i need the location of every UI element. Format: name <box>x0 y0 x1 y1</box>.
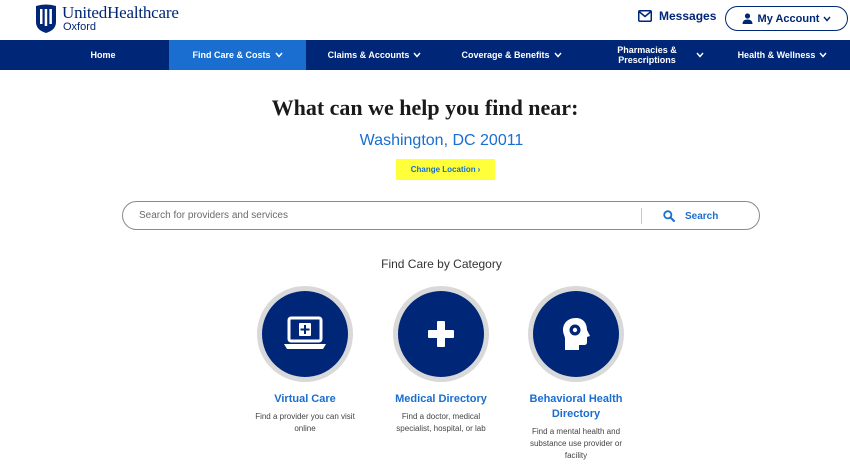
search-button-label: Search <box>685 210 719 222</box>
category-section-title: Find Care by Category <box>381 257 502 271</box>
brand-name: UnitedHealthcare <box>62 3 179 22</box>
change-location-label: Change Location <box>410 165 476 174</box>
category-icon-circle <box>393 286 489 382</box>
my-account-label: My Account <box>757 12 820 25</box>
top-header: UnitedHealthcare Oxford Messages My Acco… <box>0 0 850 40</box>
messages-label: Messages <box>659 9 717 23</box>
uhc-shield-icon <box>36 4 56 33</box>
category-title: Medical Directory <box>395 393 487 405</box>
nav-item-label: Home <box>90 50 116 60</box>
laptop-medical-icon <box>284 316 326 349</box>
category-description: Find a provider you can visit online <box>255 412 355 433</box>
messages-link[interactable]: Messages <box>638 9 716 23</box>
search-bar: Search <box>122 201 760 230</box>
category-title: Virtual Care <box>274 393 336 405</box>
chevron-down-icon <box>413 52 421 58</box>
nav-item-coverage-benefits[interactable]: Coverage & Benefits <box>443 40 580 70</box>
nav-item-claims-accounts[interactable]: Claims & Accounts <box>306 40 443 70</box>
category-icon-circle <box>528 286 624 382</box>
nav-item-label: Pharmacies & Prescriptions <box>617 45 677 65</box>
category-card-behavioral-health-directory[interactable]: Behavioral Health Directory Find a menta… <box>501 286 651 462</box>
medical-cross-icon <box>428 321 454 347</box>
search-input[interactable] <box>139 206 639 225</box>
chevron-down-icon <box>819 52 827 58</box>
category-description: Find a doctor, medical specialist, hospi… <box>396 412 486 433</box>
unitedhealthcare-logo[interactable]: UnitedHealthcare Oxford <box>34 4 179 34</box>
nav-item-find-care-costs[interactable]: Find Care & Costs <box>169 40 306 70</box>
nav-item-label: Coverage & Benefits <box>461 50 550 60</box>
head-brain-icon <box>563 318 590 350</box>
page-headline: What can we help you find near: <box>271 95 579 120</box>
chevron-down-icon <box>823 16 832 22</box>
chevron-right-icon: › <box>477 165 481 174</box>
nav-item-label: Health & Wellness <box>737 50 816 60</box>
category-card-medical-directory[interactable]: Medical Directory Find a doctor, medical… <box>366 286 516 435</box>
user-icon <box>742 13 753 24</box>
brand-sub-name: Oxford <box>63 21 97 33</box>
change-location-link[interactable]: Change Location › <box>396 159 495 180</box>
chevron-down-icon <box>696 52 704 58</box>
chevron-down-icon <box>274 52 283 58</box>
category-icon-circle <box>257 286 353 382</box>
category-description: Find a mental health and substance use p… <box>529 427 623 460</box>
search-divider <box>641 208 642 224</box>
envelope-icon <box>638 10 652 22</box>
category-card-virtual-care[interactable]: Virtual Care Find a provider you can vis… <box>230 286 380 435</box>
chevron-down-icon <box>553 52 562 58</box>
nav-item-pharmacies-prescriptions[interactable]: Pharmacies & Prescriptions <box>590 40 730 70</box>
nav-item-label: Find Care & Costs <box>192 50 271 60</box>
nav-item-label: Claims & Accounts <box>327 50 410 60</box>
search-icon <box>663 210 675 222</box>
main-nav: Home Find Care & Costs Claims & Accounts… <box>0 40 850 70</box>
search-button[interactable]: Search <box>663 207 718 225</box>
category-title: Behavioral Health Directory <box>529 393 623 420</box>
nav-item-health-wellness[interactable]: Health & Wellness <box>730 40 835 70</box>
current-location: Washington, DC 20011 <box>359 132 524 149</box>
my-account-button[interactable]: My Account <box>725 6 848 31</box>
nav-item-home[interactable]: Home <box>38 40 168 70</box>
